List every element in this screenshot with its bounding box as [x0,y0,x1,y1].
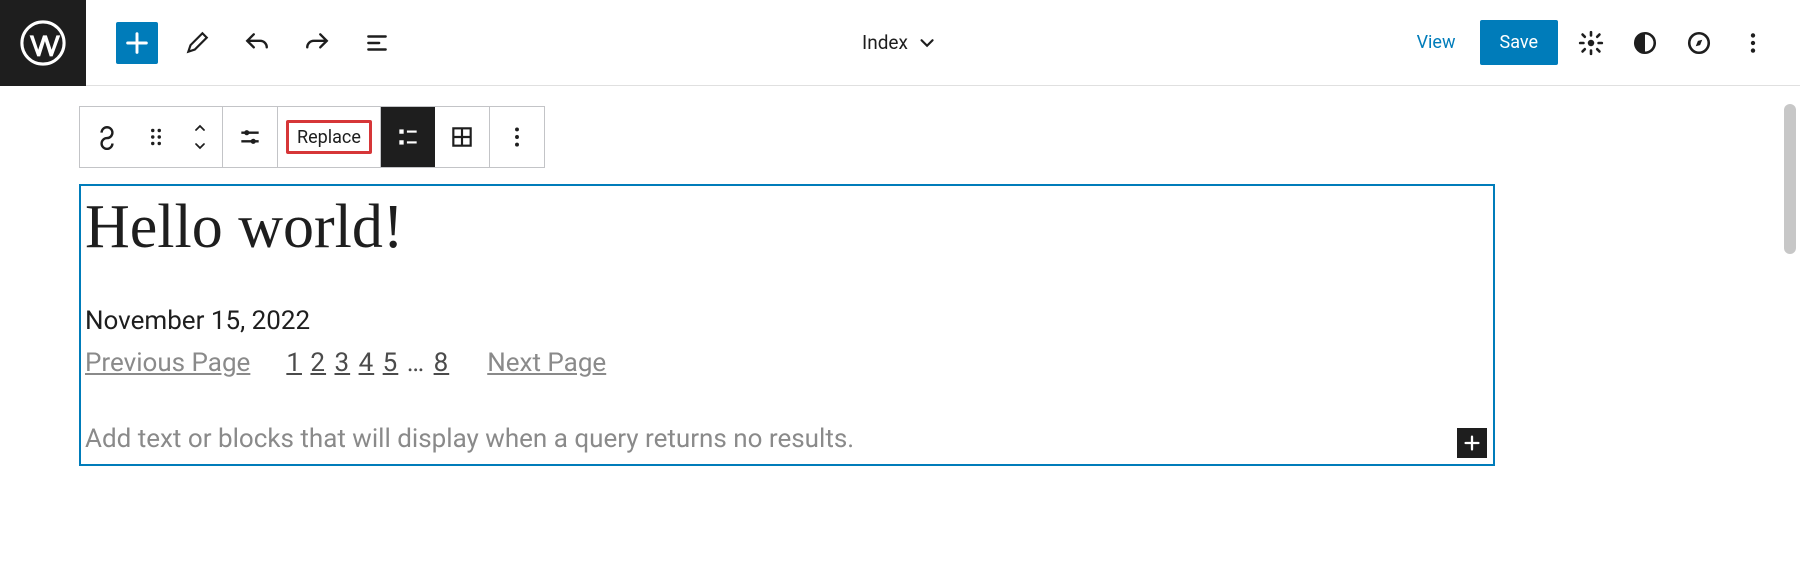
settings-button[interactable] [1570,22,1612,64]
query-loop-block[interactable]: Hello world! November 15, 2022 Previous … [79,184,1495,466]
block-appender[interactable] [1457,428,1487,458]
drag-icon [143,124,169,150]
wordpress-icon [20,20,66,66]
undo-button[interactable] [236,22,278,64]
editor-header: Index View Save [0,0,1800,86]
more-vertical-icon [1740,30,1766,56]
template-label: Index [862,31,908,54]
drag-handle[interactable] [134,107,178,167]
replace-label: Replace [297,127,361,148]
navigation-button[interactable] [1678,22,1720,64]
header-right-tools: View Save [1405,20,1800,65]
sliders-icon [237,124,263,150]
gear-icon [1578,30,1604,56]
more-vertical-icon [504,124,530,150]
block-options-menu[interactable] [490,107,544,167]
list-view-button[interactable] [356,22,398,64]
page-number[interactable]: 2 [310,348,326,378]
chevron-up-icon [192,120,208,136]
edit-icon [184,30,210,56]
redo-button[interactable] [296,22,338,64]
chevron-down-icon [192,138,208,154]
list-view-icon [364,30,390,56]
undo-icon [244,30,270,56]
post-date[interactable]: November 15, 2022 [85,306,1489,336]
prev-page-link[interactable]: Previous Page [85,348,250,378]
post-title[interactable]: Hello world! [85,190,1489,264]
list-layout-icon [395,124,421,150]
grid-layout-button[interactable] [435,107,489,167]
view-link[interactable]: View [1405,24,1468,61]
redo-icon [304,30,330,56]
page-number[interactable]: 1 [286,348,302,378]
page-number[interactable]: 8 [434,348,450,378]
block-toolbar: Replace [79,106,545,168]
tools-button[interactable] [176,22,218,64]
pagination-block[interactable]: Previous Page 1 2 3 4 5 … 8 Next Page [85,348,1489,378]
replace-button[interactable]: Replace [286,120,372,154]
page-ellipsis: … [407,348,425,378]
wordpress-logo[interactable] [0,0,86,86]
scrollbar-thumb[interactable] [1784,104,1796,254]
save-button[interactable]: Save [1480,20,1559,65]
page-number[interactable]: 4 [359,348,375,378]
options-menu[interactable] [1732,22,1774,64]
page-number[interactable]: 3 [335,348,351,378]
block-inserter-toggle[interactable] [116,22,158,64]
header-left-tools [86,22,398,64]
plus-icon [123,29,151,57]
template-selector[interactable]: Index [862,31,938,54]
compass-icon [1686,30,1712,56]
list-layout-button[interactable] [381,107,435,167]
block-type-button[interactable] [80,107,134,167]
page-numbers[interactable]: 1 2 3 4 5 … 8 [286,348,451,378]
chevron-down-icon [916,32,938,54]
next-page-link[interactable]: Next Page [487,348,606,378]
plus-icon [1461,432,1483,454]
query-loop-icon [94,124,120,150]
grid-layout-icon [449,124,475,150]
no-results-placeholder[interactable]: Add text or blocks that will display whe… [85,424,1489,454]
styles-button[interactable] [1624,22,1666,64]
page-number[interactable]: 5 [383,348,399,378]
block-movers[interactable] [178,107,222,167]
styles-icon [1632,30,1658,56]
display-settings-button[interactable] [223,107,277,167]
